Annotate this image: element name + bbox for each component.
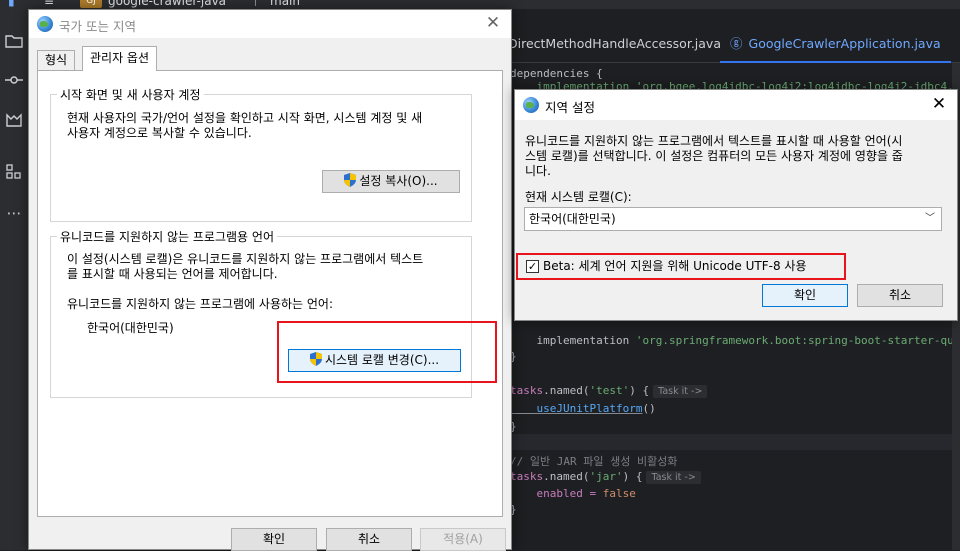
code-string: 'jar' xyxy=(589,470,623,483)
code-ident: enabled = xyxy=(510,487,603,500)
project-name[interactable]: google-crawler-java xyxy=(108,0,226,8)
code-text: ) { xyxy=(629,384,650,397)
pull-requests-icon[interactable] xyxy=(4,113,24,133)
code-ident: tasks xyxy=(510,470,544,483)
dialog-title: 국가 또는 지역 xyxy=(59,19,136,34)
region-dialog: 국가 또는 지역 ✕ 형식 관리자 옵션 시작 화면 및 새 사용자 계정 현재… xyxy=(28,9,512,551)
group-title: 시작 화면 및 새 사용자 계정 xyxy=(57,86,204,103)
uac-shield-icon xyxy=(344,173,357,187)
code-fn: useJUnitPlatform xyxy=(510,402,643,415)
current-language-label: 유니코드를 지원하지 않는 프로그램에 사용하는 언어: xyxy=(67,297,333,311)
cancel-button[interactable]: 취소 xyxy=(857,284,943,307)
main-menu-icon[interactable]: ≡ xyxy=(44,0,54,8)
group-description: 현재 사용자의 국가/언어 설정을 확인하고 시작 화면, 시스템 계정 및 새 xyxy=(67,111,423,125)
group-description: 를 표시할 때 사용되는 언어를 제어합니다. xyxy=(67,267,278,281)
tab-google-crawler-application[interactable]: ⓖ GoogleCrawlerApplication.java xyxy=(720,27,951,63)
region-dialog-titlebar[interactable]: 국가 또는 지역 ✕ xyxy=(29,10,511,38)
ide-logo-icon[interactable]: ▮ xyxy=(8,0,15,8)
commit-icon[interactable] xyxy=(4,72,24,92)
code-text: .named( xyxy=(543,384,590,397)
locale-description: 유니코드를 지원하지 않는 프로그램에서 텍스트를 표시할 때 사용할 언어(시 xyxy=(525,134,903,148)
highlight-box xyxy=(277,321,497,383)
code-line: useJUnitPlatform() xyxy=(510,402,656,415)
code-text: .named( xyxy=(543,470,590,483)
region-settings-dialog: 지역 설정 ✕ 유니코드를 지원하지 않는 프로그램에서 텍스트를 표시할 때 … xyxy=(514,89,958,321)
current-line-highlight xyxy=(510,434,960,450)
project-badge[interactable]: GJ xyxy=(80,0,102,8)
current-language-value: 한국어(대한민국) xyxy=(87,321,174,335)
more-tools-icon[interactable]: ⋯ xyxy=(4,203,24,223)
branch-icon: ᛘ xyxy=(252,0,260,8)
tab-formats[interactable]: 형식 xyxy=(37,50,76,70)
administrative-panel: 시작 화면 및 새 사용자 계정 현재 사용자의 국가/언어 설정을 확인하고 … xyxy=(37,70,503,517)
group-title: 유니코드를 지원하지 않는 프로그램용 언어 xyxy=(57,228,277,245)
locale-description: 스템 로캘)를 선택합니다. 이 설정은 컴퓨터의 모든 사용자 계정에 영향을… xyxy=(525,149,903,163)
region-settings-titlebar[interactable]: 지역 설정 ✕ xyxy=(515,90,957,120)
copy-settings-button[interactable]: 설정 복사(O)... xyxy=(322,170,460,193)
code-ident: tasks xyxy=(510,384,544,397)
locale-description: 니다. xyxy=(525,164,551,178)
dialog-title: 지역 설정 xyxy=(545,100,595,115)
code-comment: // 일반 JAR 파일 생성 비활성화 xyxy=(510,455,678,468)
tab-direct-method-handle-accessor[interactable]: DirectMethodHandleAccessor.java xyxy=(498,27,731,63)
globe-icon xyxy=(523,97,539,113)
close-icon[interactable]: ✕ xyxy=(483,13,503,33)
current-locale-label: 현재 시스템 로캘(C): xyxy=(525,190,632,204)
close-icon[interactable]: ✕ xyxy=(929,94,949,114)
group-description: 이 설정(시스템 로캘)은 유니코드를 지원하지 않는 프로그램에서 텍스트 xyxy=(67,252,424,266)
select-value: 한국어(대한민국) xyxy=(529,212,616,226)
code-string: 'test' xyxy=(589,384,630,397)
editor-tab-bar: DirectMethodHandleAccessor.java ⓖ GoogleC… xyxy=(508,27,960,63)
code-line: implementation 'org.springframework.boot… xyxy=(510,334,960,347)
tab-administrative[interactable]: 관리자 옵션 xyxy=(82,46,158,71)
code-text: implementation xyxy=(510,334,636,347)
globe-icon xyxy=(37,16,53,32)
code-text: ) { xyxy=(622,470,643,483)
button-label: 설정 복사(O)... xyxy=(359,174,438,188)
code-line: tasks.named('jar') {Task it -> xyxy=(510,470,701,484)
ide-title-bar: ▮ ≡ GJ google-crawler-java ᛘ main xyxy=(0,0,960,9)
ide-tool-sidebar: ⋯ xyxy=(0,9,28,550)
welcome-screen-group: 시작 화면 및 새 사용자 계정 현재 사용자의 국가/언어 설정을 확인하고 … xyxy=(50,86,472,222)
cancel-button[interactable]: 취소 xyxy=(326,528,412,551)
code-line: enabled = false xyxy=(510,487,636,500)
branch-name[interactable]: main xyxy=(270,0,300,8)
tab-label: DirectMethodHandleAccessor.java xyxy=(508,36,721,51)
spring-class-icon: ⓖ xyxy=(730,36,743,51)
apply-button[interactable]: 적용(A) xyxy=(420,528,506,551)
code-keyword: false xyxy=(602,487,636,500)
code-line: dependencies { xyxy=(510,67,603,80)
inlay-hint[interactable]: Task it -> xyxy=(646,471,701,484)
project-folder-icon[interactable] xyxy=(4,33,24,53)
system-locale-select[interactable]: 한국어(대한민국) ﹀ xyxy=(524,207,942,231)
code-text: () xyxy=(642,402,656,415)
ok-button[interactable]: 확인 xyxy=(762,284,848,307)
tab-label: GoogleCrawlerApplication.java xyxy=(748,36,941,51)
code-string: 'org.springframework.boot:spring-boot-st… xyxy=(635,334,960,347)
group-description: 사용자 계정으로 복사할 수 있습니다. xyxy=(67,126,252,140)
inlay-hint[interactable]: Task it -> xyxy=(653,385,708,398)
chevron-down-icon: ﹀ xyxy=(925,213,935,224)
structure-icon[interactable] xyxy=(4,163,24,183)
ok-button[interactable]: 확인 xyxy=(231,528,317,551)
code-line: tasks.named('test') {Task it -> xyxy=(510,384,708,398)
highlight-box xyxy=(516,253,846,280)
